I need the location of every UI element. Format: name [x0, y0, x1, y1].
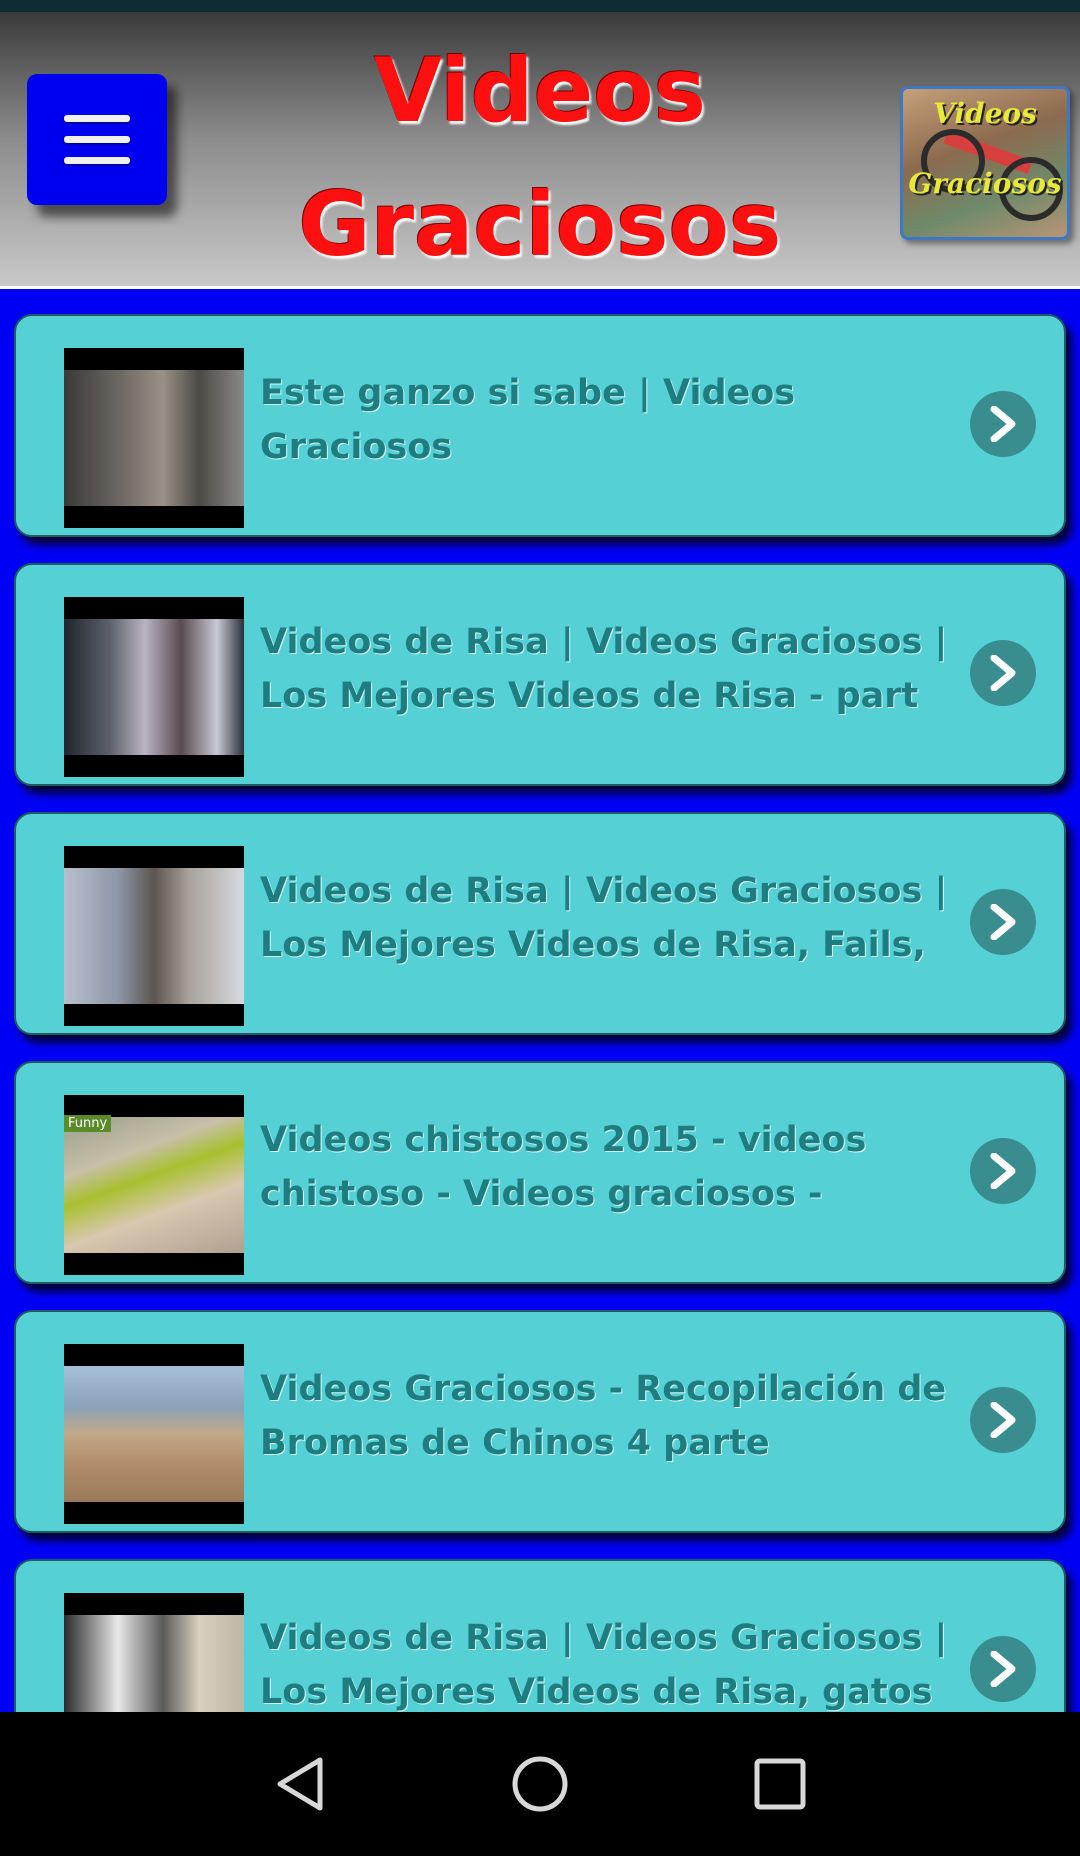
chevron-right-icon — [990, 904, 1016, 940]
video-title: Videos chistosos 2015 - videos chistoso … — [260, 1120, 867, 1214]
open-video-button[interactable] — [970, 1138, 1036, 1204]
back-triangle-icon[interactable] — [268, 1752, 332, 1816]
logo-text-line1: Videos — [933, 97, 1037, 130]
hamburger-menu-icon — [64, 115, 130, 122]
app-logo[interactable]: Videos Graciosos — [900, 86, 1070, 240]
home-circle-icon[interactable] — [508, 1752, 572, 1816]
video-card[interactable]: Videos de Risa | Videos Graciosos | Los … — [14, 1559, 1066, 1712]
open-video-button[interactable] — [970, 391, 1036, 457]
app-title-line1: Videos — [373, 39, 707, 142]
hamburger-menu-icon-bar — [64, 157, 130, 164]
video-card[interactable]: Videos Graciosos - Recopilación de Broma… — [14, 1310, 1066, 1533]
video-card[interactable]: Este ganzo si sabe | Videos Graciosos — [14, 314, 1066, 537]
video-thumbnail — [64, 846, 244, 1026]
video-title: Este ganzo si sabe | Videos Graciosos — [260, 373, 796, 467]
chevron-right-icon — [990, 1402, 1016, 1438]
video-title: Videos de Risa | Videos Graciosos | Los … — [260, 1618, 948, 1712]
video-thumbnail: Funny — [64, 1095, 244, 1275]
video-title: Videos de Risa | Videos Graciosos | Los … — [260, 871, 948, 965]
video-thumbnail — [64, 1344, 244, 1524]
app-title-line2: Graciosos — [298, 173, 782, 276]
open-video-button[interactable] — [970, 640, 1036, 706]
system-navigation-bar — [0, 1712, 1080, 1856]
video-title: Videos de Risa | Videos Graciosos | Los … — [260, 622, 948, 716]
open-video-button[interactable] — [970, 1636, 1036, 1702]
video-thumbnail — [64, 1593, 244, 1712]
status-bar — [0, 0, 1080, 12]
chevron-right-icon — [990, 1651, 1016, 1687]
chevron-right-icon — [990, 1153, 1016, 1189]
thumbnail-badge: Funny — [64, 1115, 112, 1132]
video-thumbnail — [64, 597, 244, 777]
open-video-button[interactable] — [970, 889, 1036, 955]
video-card[interactable]: Videos de Risa | Videos Graciosos | Los … — [14, 563, 1066, 786]
video-card[interactable]: Videos de Risa | Videos Graciosos | Los … — [14, 812, 1066, 1035]
chevron-right-icon — [990, 655, 1016, 691]
recent-apps-square-icon[interactable] — [748, 1752, 812, 1816]
menu-button[interactable] — [27, 74, 167, 205]
video-list[interactable]: Este ganzo si sabe | Videos Graciosos Vi… — [0, 290, 1080, 1712]
video-card[interactable]: Funny Videos chistosos 2015 - videos chi… — [14, 1061, 1066, 1284]
logo-text-line2: Graciosos — [908, 167, 1062, 200]
video-thumbnail — [64, 348, 244, 528]
video-title: Videos Graciosos - Recopilación de Broma… — [260, 1369, 947, 1463]
chevron-right-icon — [990, 406, 1016, 442]
app-title: Videos Graciosos — [270, 24, 810, 292]
hamburger-menu-icon-bar — [64, 136, 130, 143]
app-header: Videos Graciosos Videos Graciosos — [0, 12, 1080, 289]
open-video-button[interactable] — [970, 1387, 1036, 1453]
